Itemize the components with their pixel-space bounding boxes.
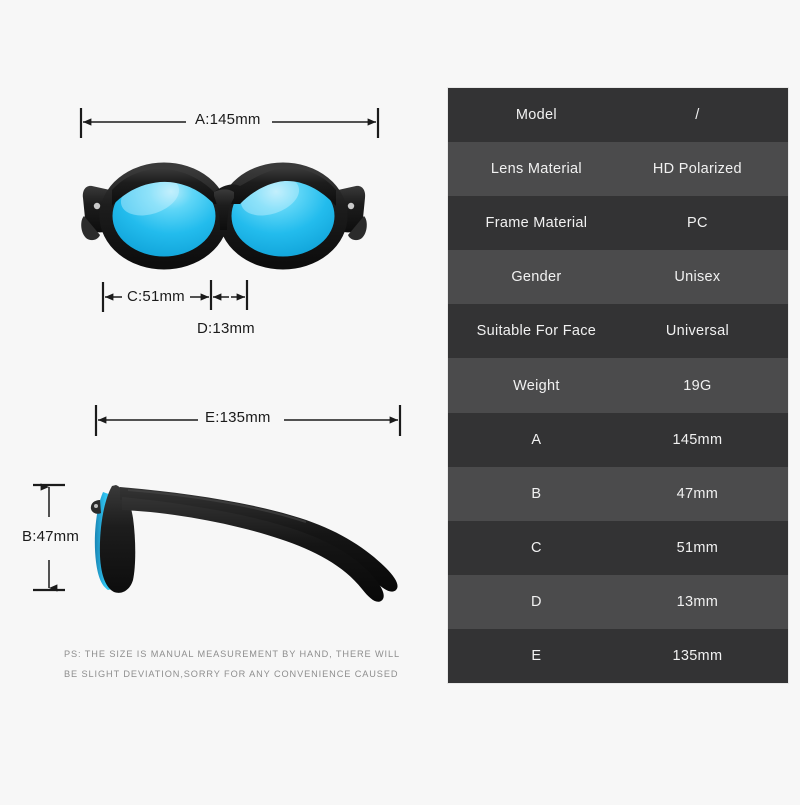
spec-key: Frame Material bbox=[485, 215, 588, 232]
spec-value: 13mm bbox=[676, 593, 719, 610]
table-row: A 145mm bbox=[448, 412, 788, 467]
spec-key: Gender bbox=[511, 269, 562, 286]
specification-table: Model / Lens Material HD Polarized Frame… bbox=[448, 88, 788, 683]
spec-key: C bbox=[531, 539, 542, 556]
dimension-A-label: A:145mm bbox=[190, 111, 266, 128]
table-row: Suitable For Face Universal bbox=[448, 304, 788, 359]
spec-value: 47mm bbox=[676, 485, 719, 502]
spec-value: PC bbox=[687, 215, 708, 232]
spec-value: 135mm bbox=[672, 647, 723, 664]
dimension-D-label: D:13mm bbox=[192, 320, 260, 337]
table-row: B 47mm bbox=[448, 466, 788, 521]
table-row: D 13mm bbox=[448, 574, 788, 629]
spec-key: Weight bbox=[513, 377, 560, 394]
spec-value: HD Polarized bbox=[652, 161, 742, 178]
spec-key: D bbox=[531, 593, 542, 610]
table-row: Weight 19G bbox=[448, 358, 788, 413]
table-row: Gender Unisex bbox=[448, 250, 788, 305]
table-row: Lens Material HD Polarized bbox=[448, 142, 788, 197]
spec-value: / bbox=[695, 107, 700, 124]
dimension-B-label: B:47mm bbox=[17, 528, 85, 545]
disclaimer-line-2: BE SLIGHT DEVIATION,SORRY FOR ANY CONVEN… bbox=[64, 669, 399, 679]
spec-value: 145mm bbox=[672, 431, 723, 448]
spec-key: A bbox=[531, 431, 542, 448]
dimension-E-label: E:135mm bbox=[200, 409, 276, 426]
table-row: Frame Material PC bbox=[448, 196, 788, 251]
spec-key: Suitable For Face bbox=[476, 323, 597, 340]
sunglasses-side-graphic bbox=[90, 485, 398, 602]
spec-value: 19G bbox=[683, 377, 712, 394]
table-row: Model / bbox=[448, 88, 788, 143]
spec-key: Model bbox=[515, 107, 557, 124]
table-row: E 135mm bbox=[448, 628, 788, 683]
spec-value: Unisex bbox=[674, 269, 721, 286]
spec-value: 51mm bbox=[676, 539, 719, 556]
dimension-C-label: C:51mm bbox=[122, 288, 190, 305]
spec-key: B bbox=[531, 485, 542, 502]
spec-key: E bbox=[531, 647, 542, 664]
spec-key: Lens Material bbox=[490, 161, 582, 178]
product-spec-image: A:145mm C:51mm D:13mm E:135mm B:47mm PS:… bbox=[0, 0, 800, 800]
spec-value: Universal bbox=[665, 323, 729, 340]
diagram-panel: A:145mm C:51mm D:13mm E:135mm B:47mm PS:… bbox=[0, 0, 440, 800]
table-row: C 51mm bbox=[448, 520, 788, 575]
disclaimer-line-1: PS: THE SIZE IS MANUAL MEASUREMENT BY HA… bbox=[64, 649, 401, 659]
dimension-D-line bbox=[212, 280, 249, 310]
sunglasses-front-graphic bbox=[81, 162, 367, 270]
